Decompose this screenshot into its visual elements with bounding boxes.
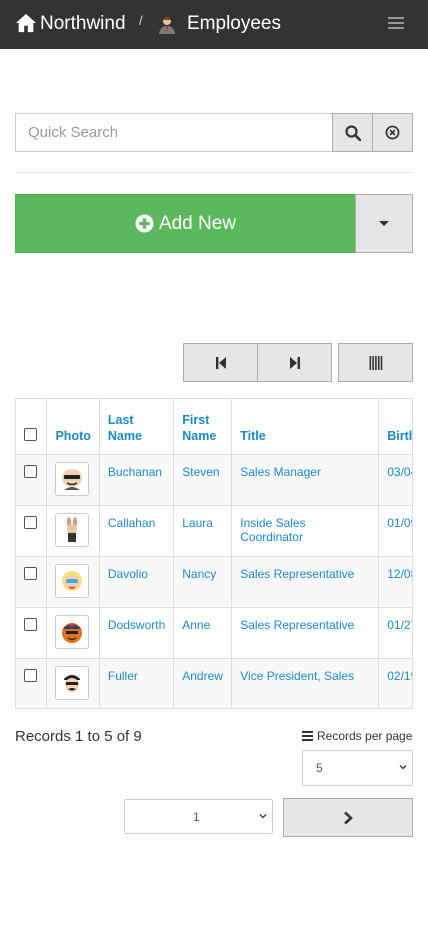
- title-link[interactable]: Sales Representative: [240, 567, 354, 581]
- title-link[interactable]: Vice President, Sales: [240, 669, 354, 683]
- last-name-link[interactable]: Dodsworth: [108, 618, 165, 632]
- row-checkbox[interactable]: [24, 668, 37, 682]
- last-name-link[interactable]: Buchanan: [108, 465, 162, 479]
- employee-photo[interactable]: [55, 563, 90, 598]
- table-row: Fuller Andrew Vice President, Sales 02/1…: [16, 658, 412, 708]
- page-title: Employees: [187, 13, 281, 34]
- top-navbar: Northwind / Employees: [0, 0, 428, 49]
- row-checkbox[interactable]: [24, 464, 37, 478]
- brand-link[interactable]: Northwind: [40, 13, 126, 35]
- records-per-page-label: Records per page: [302, 729, 412, 743]
- first-name-link[interactable]: Steven: [182, 465, 219, 479]
- table-row: Davolio Nancy Sales Representative 12/08: [16, 556, 412, 608]
- chevron-right-icon: [344, 811, 353, 824]
- records-per-page-select[interactable]: 5: [302, 750, 413, 786]
- divider: [15, 172, 413, 173]
- birth-date-link[interactable]: 01/09: [387, 516, 412, 530]
- row-checkbox[interactable]: [24, 515, 37, 529]
- employees-grid: Photo Last Name First Name Title Birth B…: [15, 398, 413, 709]
- select-all-checkbox[interactable]: [24, 427, 37, 441]
- clear-circle-icon: [385, 125, 400, 140]
- first-name-link[interactable]: Anne: [182, 618, 210, 632]
- plus-circle-icon: [135, 214, 154, 233]
- birth-date-link[interactable]: 03/04: [387, 465, 412, 479]
- chevron-down-icon: [399, 765, 407, 770]
- title-link[interactable]: Inside Sales Coordinator: [240, 516, 305, 544]
- caret-down-icon: [379, 221, 389, 226]
- last-name-link[interactable]: Fuller: [108, 669, 138, 683]
- employee-icon: [159, 17, 175, 34]
- page-number-select[interactable]: 1: [124, 799, 273, 834]
- last-page-button[interactable]: [257, 343, 332, 382]
- records-per-page-text: Records per page: [317, 729, 413, 743]
- page-number-value: 1: [193, 810, 200, 824]
- clear-search-button[interactable]: [372, 113, 413, 152]
- avatar-orange-icon: [62, 622, 83, 643]
- barcode-columns-icon: [369, 355, 382, 370]
- records-summary: Records 1 to 5 of 9: [15, 728, 142, 745]
- records-per-page-value: 5: [316, 761, 323, 775]
- search-button[interactable]: [332, 113, 373, 152]
- column-header-title[interactable]: Title: [231, 399, 380, 455]
- skip-to-start-icon: [215, 356, 226, 369]
- employee-photo[interactable]: [55, 665, 90, 700]
- column-header-photo[interactable]: Photo: [46, 399, 100, 455]
- avatar-captain-icon: [64, 674, 81, 692]
- breadcrumb-separator: /: [139, 13, 143, 28]
- title-link[interactable]: Sales Manager: [240, 465, 321, 479]
- table-row: Callahan Laura Inside Sales Coordinator …: [16, 505, 412, 557]
- first-name-link[interactable]: Nancy: [182, 567, 216, 581]
- avatar-blonde-icon: [62, 570, 83, 591]
- select-all-header: [16, 399, 48, 455]
- last-name-link[interactable]: Callahan: [108, 516, 155, 530]
- list-lines-icon: [302, 731, 313, 741]
- chevron-down-icon: [259, 814, 267, 819]
- row-checkbox[interactable]: [24, 566, 37, 580]
- first-page-button[interactable]: [183, 343, 258, 382]
- birth-date-link[interactable]: 02/19: [387, 669, 412, 683]
- first-name-link[interactable]: Laura: [182, 516, 213, 530]
- add-options-dropdown[interactable]: [355, 194, 413, 253]
- birth-date-link[interactable]: 01/27: [387, 618, 412, 632]
- search-icon: [344, 124, 361, 141]
- first-name-link[interactable]: Andrew: [182, 669, 223, 683]
- column-header-birth[interactable]: Birth: [378, 399, 412, 455]
- column-chooser-button[interactable]: [338, 343, 413, 382]
- avatar-bunny-icon: [67, 516, 78, 542]
- search-input[interactable]: [15, 113, 333, 152]
- table-header-row: Photo Last Name First Name Title Birth: [16, 399, 412, 455]
- employee-photo[interactable]: [55, 512, 90, 547]
- table-row: Dodsworth Anne Sales Representative 01/2…: [16, 607, 412, 659]
- skip-to-end-icon: [289, 356, 300, 369]
- employee-photo[interactable]: [55, 614, 90, 649]
- add-new-button[interactable]: Add New: [15, 194, 356, 253]
- avatar-bald-icon: [62, 468, 83, 490]
- hamburger-menu-icon[interactable]: [388, 17, 404, 31]
- quick-search-group: [15, 113, 413, 152]
- row-checkbox[interactable]: [24, 617, 37, 631]
- column-header-last-name[interactable]: Last Name: [99, 399, 175, 455]
- last-name-link[interactable]: Davolio: [108, 567, 148, 581]
- home-icon[interactable]: [15, 12, 37, 34]
- table-row: Buchanan Steven Sales Manager 03/04: [16, 454, 412, 506]
- column-header-first-name[interactable]: First Name: [173, 399, 233, 455]
- title-link[interactable]: Sales Representative: [240, 618, 354, 632]
- birth-date-link[interactable]: 12/08: [387, 567, 412, 581]
- next-page-button[interactable]: [283, 798, 413, 837]
- add-new-label: Add New: [158, 212, 237, 234]
- employee-photo[interactable]: [55, 461, 90, 496]
